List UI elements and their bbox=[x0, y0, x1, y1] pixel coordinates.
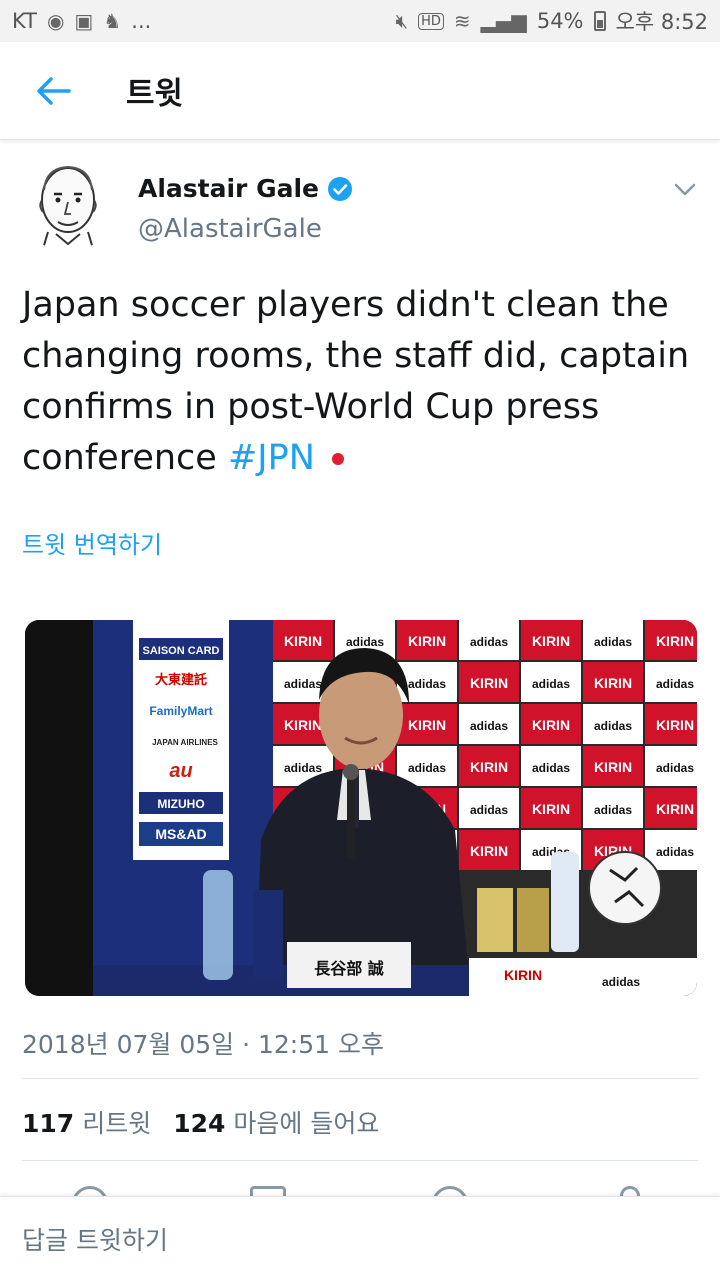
backdrop-logo: KIRIN bbox=[532, 801, 570, 817]
hashtag-link[interactable]: #JPN bbox=[228, 438, 315, 478]
backdrop-logo: adidas bbox=[594, 803, 632, 817]
backdrop-logo: adidas bbox=[470, 719, 508, 733]
dog-icon: ♞ bbox=[103, 9, 122, 33]
backdrop-logo: KIRIN bbox=[284, 633, 322, 649]
backdrop-logo: adidas bbox=[532, 761, 570, 775]
japan-flag-icon bbox=[321, 447, 355, 471]
adidas-logo-text: adidas bbox=[602, 975, 640, 989]
sponsor-label: au bbox=[169, 760, 192, 782]
carrier-label: KT bbox=[12, 9, 37, 33]
backdrop-logo: KIRIN bbox=[656, 717, 694, 733]
retweet-count: 117 bbox=[22, 1109, 75, 1138]
reply-input[interactable]: 답글 트윗하기 bbox=[22, 1221, 168, 1257]
backdrop-logo: adidas bbox=[594, 719, 632, 733]
tweet-stats: 117 리트윗 124 마음에 들어요 bbox=[22, 1104, 379, 1140]
backdrop-logo: KIRIN bbox=[656, 801, 694, 817]
mute-icon: 🔇︎ bbox=[395, 9, 409, 33]
backdrop-logo: adidas bbox=[656, 845, 694, 859]
more-notifications: ... bbox=[131, 9, 152, 33]
sponsor-label: MS&AD bbox=[155, 826, 206, 842]
backdrop-logo: KIRIN bbox=[284, 717, 322, 733]
reply-bar: 답글 트윗하기 bbox=[0, 1196, 720, 1280]
battery-percent: 54% bbox=[536, 9, 584, 33]
signal-icon: ▂▄▆ bbox=[480, 9, 527, 33]
divider bbox=[22, 1160, 698, 1161]
tweet-author: Alastair Gale @AlastairGale bbox=[0, 160, 720, 260]
tweet-photo[interactable]: KIRIN adidas KIRIN adidas KIRIN adidas KIRIN ad… bbox=[25, 620, 697, 996]
sponsor-label: 大東建託 bbox=[155, 672, 207, 687]
cast-icon: ◉ bbox=[46, 9, 65, 33]
hd-badge: HD bbox=[418, 12, 444, 30]
backdrop-logo: KIRIN bbox=[470, 759, 508, 775]
backdrop-logo: KIRIN bbox=[594, 759, 632, 775]
author-name-row[interactable]: Alastair Gale bbox=[138, 174, 353, 203]
action-bar bbox=[0, 1176, 720, 1198]
author-name: Alastair Gale bbox=[138, 174, 320, 203]
page-title: 트윗 bbox=[126, 76, 184, 112]
backdrop-logo: KIRIN bbox=[532, 633, 570, 649]
wifi-icon: ≋ bbox=[453, 9, 471, 33]
tweet-timestamp: 2018년 07월 05일 · 12:51 오후 bbox=[22, 1030, 384, 1059]
backdrop-logo: adidas bbox=[532, 677, 570, 691]
like-count: 124 bbox=[173, 1109, 226, 1138]
retweet-stat[interactable]: 117 리트윗 bbox=[22, 1104, 151, 1140]
backdrop-logo: adidas bbox=[408, 677, 446, 691]
retweet-label: 리트윗 bbox=[82, 1109, 152, 1138]
backdrop-logo: KIRIN bbox=[532, 717, 570, 733]
back-button[interactable] bbox=[0, 42, 108, 140]
like-label: 마음에 들어요 bbox=[233, 1109, 380, 1138]
chevron-down-icon[interactable] bbox=[670, 174, 700, 204]
sponsor-label: JAPAN AIRLINES bbox=[152, 738, 218, 747]
backdrop-logo: adidas bbox=[284, 761, 322, 775]
tweet-body: Japan soccer players didn't clean the ch… bbox=[22, 285, 690, 478]
backdrop-logo: KIRIN bbox=[470, 675, 508, 691]
backdrop-logo: adidas bbox=[470, 635, 508, 649]
backdrop-logo: adidas bbox=[408, 761, 446, 775]
sponsor-label: MIZUHO bbox=[157, 797, 204, 811]
sim-icon: ▣ bbox=[74, 9, 94, 33]
backdrop-logo: KIRIN bbox=[408, 633, 446, 649]
battery-icon bbox=[593, 11, 606, 31]
press-conference-photo: KIRIN adidas KIRIN adidas KIRIN adidas KIRIN ad… bbox=[25, 620, 697, 996]
back-arrow-icon bbox=[37, 76, 71, 105]
backdrop-logo: adidas bbox=[594, 635, 632, 649]
avatar-sketch-icon bbox=[39, 165, 97, 252]
like-stat[interactable]: 124 마음에 들어요 bbox=[173, 1104, 379, 1140]
avatar[interactable] bbox=[22, 160, 114, 252]
backdrop-logo: adidas bbox=[470, 803, 508, 817]
tweet-text: Japan soccer players didn't clean the ch… bbox=[22, 280, 702, 484]
backdrop-logo: adidas bbox=[656, 761, 694, 775]
divider bbox=[22, 1078, 698, 1079]
backdrop-logo: adidas bbox=[656, 677, 694, 691]
app-header: 트윗 bbox=[0, 42, 720, 140]
backdrop-logo: KIRIN bbox=[594, 675, 632, 691]
backdrop-logo: adidas bbox=[346, 635, 384, 649]
backdrop-logo: KIRIN bbox=[656, 633, 694, 649]
verified-badge-icon bbox=[328, 176, 353, 201]
nameplate-text: 長谷部 誠 bbox=[314, 959, 384, 978]
backdrop-logo: adidas bbox=[284, 677, 322, 691]
clock: 오후 8:52 bbox=[615, 10, 708, 34]
status-bar: KT ◉ ▣ ♞ ... 🔇︎ HD ≋ ▂▄▆ 54% 오후 8:52 bbox=[0, 0, 720, 42]
author-handle[interactable]: @AlastairGale bbox=[138, 214, 322, 244]
sponsor-label: SAISON CARD bbox=[142, 645, 219, 657]
translate-tweet-link[interactable]: 트윗 번역하기 bbox=[22, 525, 162, 560]
sponsor-label: FamilyMart bbox=[149, 704, 212, 718]
backdrop-logo: KIRIN bbox=[408, 717, 446, 733]
backdrop-logo: KIRIN bbox=[470, 843, 508, 859]
kirin-logo-text: KIRIN bbox=[504, 967, 542, 983]
